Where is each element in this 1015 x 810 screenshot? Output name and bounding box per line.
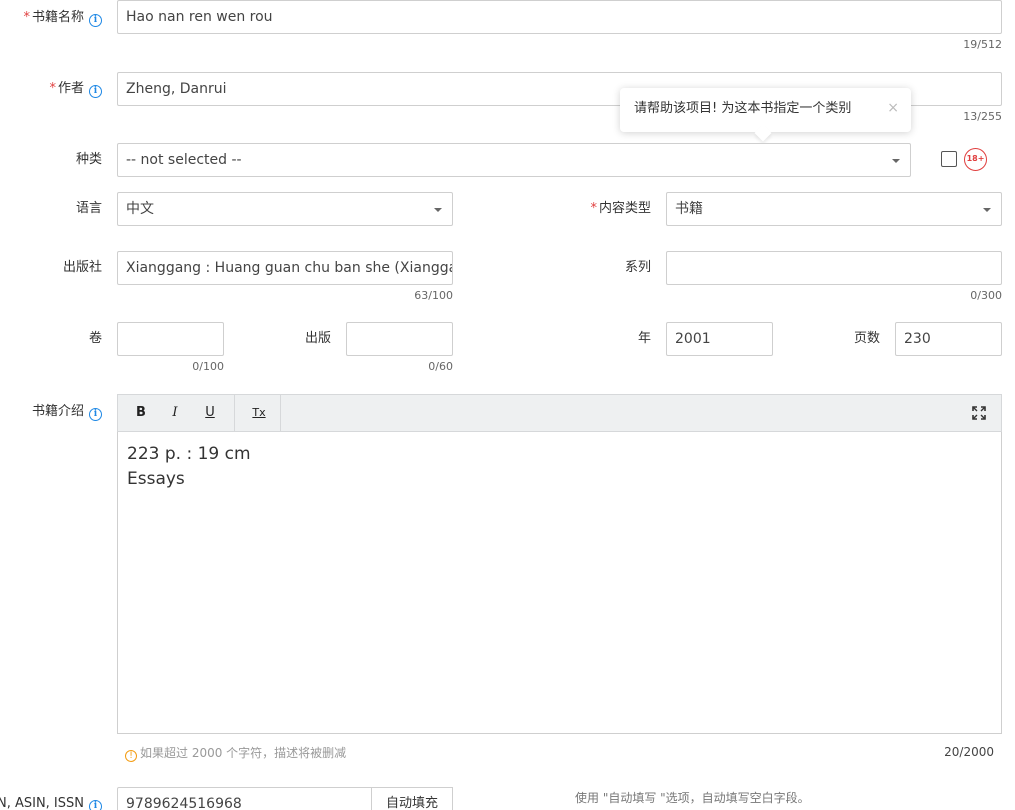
content-type-label: * 内容类型 xyxy=(590,200,651,218)
description-label: 书籍介绍 i xyxy=(32,403,102,421)
autofill-hint: 使用 "自动填写 "选项，自动填写空白字段。 xyxy=(575,791,810,805)
description-label-text: 书籍介绍 xyxy=(31,404,84,419)
title-label: * 书籍名称 i xyxy=(23,9,102,27)
adult-18-icon: 18+ xyxy=(964,148,987,171)
category-label: 种类 xyxy=(75,152,102,167)
language-select[interactable]: 中文 xyxy=(117,192,453,226)
series-counter: 0/300 xyxy=(970,289,1002,302)
publisher-input[interactable]: Xianggang : Huang guan chu ban she (Xian… xyxy=(117,251,453,285)
fullscreen-icon[interactable] xyxy=(962,395,996,431)
category-tooltip: 请帮助该项目! 为这本书指定一个类别 × xyxy=(620,88,911,142)
toolbar-divider xyxy=(280,395,281,431)
description-counter: 20/2000 xyxy=(944,745,994,759)
warning-icon: ! xyxy=(125,750,137,762)
info-icon[interactable]: i xyxy=(89,85,102,98)
author-counter: 13/255 xyxy=(963,110,1002,123)
info-icon[interactable]: i xyxy=(89,800,102,810)
adult-checkbox[interactable] xyxy=(941,151,957,167)
isbn-label: ISBN, ASIN, ISSN i xyxy=(0,795,102,810)
title-label-text: 书籍名称 xyxy=(31,10,84,25)
content-type-select-value: 书籍 xyxy=(675,201,703,217)
content-type-label-text: 内容类型 xyxy=(598,201,651,216)
volume-counter: 0/100 xyxy=(192,360,224,373)
volume-input[interactable] xyxy=(117,322,224,356)
category-select-value: -- not selected -- xyxy=(126,152,242,168)
author-label-text: 作者 xyxy=(57,81,84,96)
editor-toolbar: B I U Tx xyxy=(117,394,1002,432)
series-input[interactable] xyxy=(666,251,1002,285)
publisher-label: 出版社 xyxy=(62,260,102,275)
edition-input[interactable] xyxy=(346,322,453,356)
info-icon[interactable]: i xyxy=(89,408,102,421)
description-line: 223 p. : 19 cm xyxy=(127,444,251,464)
tooltip-text: 请帮助该项目! 为这本书指定一个类别 xyxy=(634,101,852,116)
series-label: 系列 xyxy=(624,260,651,275)
edition-counter: 0/60 xyxy=(428,360,453,373)
publisher-counter: 63/100 xyxy=(414,289,453,302)
close-icon[interactable]: × xyxy=(887,88,899,128)
autofill-button[interactable]: 自动填充 xyxy=(371,787,453,810)
chevron-down-icon xyxy=(892,159,900,163)
author-label: * 作者 i xyxy=(49,80,102,98)
warning-text: 如果超过 2000 个字符，描述将被删减 xyxy=(140,746,347,760)
clear-format-button[interactable]: Tx xyxy=(242,395,276,431)
isbn-input[interactable]: 9789624516968 xyxy=(117,787,372,810)
chevron-down-icon xyxy=(983,208,991,212)
volume-label: 卷 xyxy=(88,331,102,346)
language-label: 语言 xyxy=(75,201,102,216)
info-icon[interactable]: i xyxy=(89,14,102,27)
required-mark: * xyxy=(49,81,56,96)
pages-input[interactable]: 230 xyxy=(895,322,1002,356)
bold-button[interactable]: B xyxy=(124,395,158,431)
content-type-select[interactable]: 书籍 xyxy=(666,192,1002,226)
year-label: 年 xyxy=(637,331,651,346)
category-select[interactable]: -- not selected -- xyxy=(117,143,911,177)
isbn-label-text: ISBN, ASIN, ISSN xyxy=(0,796,84,810)
underline-button[interactable]: U xyxy=(193,395,227,431)
pages-label: 页数 xyxy=(853,331,880,346)
title-input[interactable]: Hao nan ren wen rou xyxy=(117,0,1002,34)
year-input[interactable]: 2001 xyxy=(666,322,773,356)
required-mark: * xyxy=(23,10,30,25)
edition-label: 出版 xyxy=(304,331,331,346)
tooltip-arrow xyxy=(754,124,772,142)
description-line: Essays xyxy=(127,469,185,489)
chevron-down-icon xyxy=(434,208,442,212)
description-editor[interactable]: 223 p. : 19 cm Essays xyxy=(117,432,1002,734)
language-select-value: 中文 xyxy=(126,201,154,217)
description-warning: ! 如果超过 2000 个字符，描述将被删减 xyxy=(125,744,346,762)
italic-button[interactable]: I xyxy=(158,395,192,431)
required-mark: * xyxy=(590,201,597,216)
toolbar-divider xyxy=(234,395,235,431)
title-counter: 19/512 xyxy=(963,38,1002,51)
